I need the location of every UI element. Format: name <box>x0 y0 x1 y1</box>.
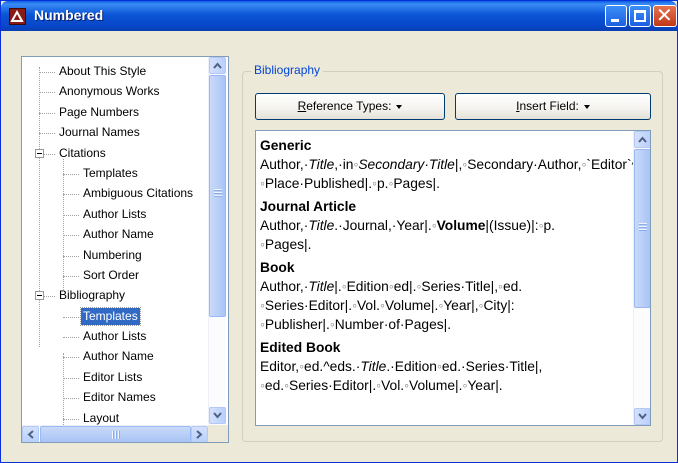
template-book: Book Author,·Title|.◦Edition◦ed|.◦Series… <box>260 258 632 334</box>
tree-item-label: Bibliography <box>59 288 126 303</box>
tree-item-citations-author-name[interactable]: Author Name <box>22 225 208 245</box>
tree-item-numbering[interactable]: Numbering <box>22 246 208 266</box>
tree-item-label: Author Lists <box>83 206 147 221</box>
template-edited-book: Edited Book Editor,◦ed.^eds.·Title.·Edit… <box>260 338 632 395</box>
tree-vertical-scrollbar[interactable] <box>208 57 226 425</box>
template-journal-article: Journal Article Author,·Title.·Journal,·… <box>260 197 632 254</box>
tree-item-label: Sort Order <box>83 267 140 282</box>
template-generic: Generic Author,·Title,·in◦Secondary·Titl… <box>260 136 650 193</box>
tree-item-label: Author Lists <box>83 329 147 344</box>
reference-types-button[interactable]: Reference Types: <box>255 93 445 120</box>
template-heading: Journal Article <box>260 199 357 214</box>
tree-item-journal-names[interactable]: Journal Names <box>22 123 208 143</box>
tree-item-label: Numbering <box>83 247 142 262</box>
tree-scroll-up-button[interactable] <box>209 57 226 74</box>
tree-item-label: Ambiguous Citations <box>83 186 194 201</box>
tree-item-label-selected: Templates <box>80 306 141 326</box>
style-section-tree[interactable]: About This Style Anonymous Works Page Nu… <box>21 56 229 443</box>
template-text: Author,·Title|.◦Edition◦ed|.◦Series·Titl… <box>260 279 523 332</box>
endnote-app-icon <box>9 8 26 25</box>
tree-item-label: Page Numbers <box>59 104 140 119</box>
template-heading: Generic <box>260 138 312 153</box>
tree-item-about-this-style[interactable]: About This Style <box>22 62 208 82</box>
tree-item-citations[interactable]: Citations <box>22 144 208 164</box>
close-button[interactable]: ✕ <box>653 3 677 27</box>
minimize-button[interactable] <box>605 5 627 27</box>
chevron-down-icon <box>638 413 647 420</box>
tree-item-label: Anonymous Works <box>59 84 160 99</box>
tree-item-editor-names[interactable]: Editor Names <box>22 388 208 408</box>
app-window: Numbered ✕ About This Style Anonymous Wo… <box>0 0 678 463</box>
tree-item-bibliography[interactable]: Bibliography <box>22 286 208 306</box>
chevron-up-icon <box>213 62 222 69</box>
tree-horizontal-scrollbar[interactable] <box>22 425 208 442</box>
tree-item-label: Author Name <box>83 349 154 364</box>
template-scroll-up-button[interactable] <box>634 131 650 148</box>
window-title: Numbered <box>34 7 104 23</box>
chevron-up-icon <box>638 136 647 143</box>
tree-item-label: Journal Names <box>59 125 140 140</box>
tree-item-ambiguous-citations[interactable]: Ambiguous Citations <box>22 184 208 204</box>
scroll-corner <box>208 425 228 442</box>
template-scroll-down-button[interactable] <box>634 408 650 425</box>
template-scroll-thumb[interactable] <box>634 149 650 308</box>
title-bar[interactable]: Numbered ✕ <box>1 1 677 31</box>
tree-item-label: About This Style <box>59 64 147 78</box>
tree-item-bibliography-templates[interactable]: Templates <box>22 306 208 327</box>
chevron-right-icon <box>196 430 203 439</box>
tree-item-bibliography-author-lists[interactable]: Author Lists <box>22 327 208 347</box>
insert-field-button[interactable]: Insert Field: <box>455 93 651 120</box>
bibliography-group-label: Bibliography <box>251 63 324 77</box>
chevron-left-icon <box>27 430 34 439</box>
tree-item-page-numbers[interactable]: Page Numbers <box>22 103 208 123</box>
tree-list: About This Style Anonymous Works Page Nu… <box>22 62 208 429</box>
tree-scroll-thumb[interactable] <box>209 75 226 317</box>
chevron-down-icon <box>213 412 222 419</box>
maximize-button[interactable] <box>629 5 651 27</box>
tree-scroll-left-button[interactable] <box>22 426 39 442</box>
tree-item-citations-templates[interactable]: Templates <box>22 164 208 184</box>
dropdown-arrow-icon <box>583 104 590 109</box>
tree-item-anonymous-works[interactable]: Anonymous Works <box>22 82 208 102</box>
tree-scroll-down-button[interactable] <box>209 407 226 424</box>
maximize-icon <box>634 10 646 22</box>
template-vertical-scrollbar[interactable] <box>633 131 650 425</box>
tree-item-label: Citations <box>59 145 106 160</box>
template-text: Author,·Title.·Journal,·Year|.◦Volume|(I… <box>260 218 555 252</box>
tree-scroll-right-button[interactable] <box>191 426 208 442</box>
tree-item-label: Editor Lists <box>83 369 143 384</box>
template-heading: Book <box>260 260 295 275</box>
tree-item-label: Editor Names <box>83 390 156 405</box>
template-text: Editor,◦ed.^eds.·Title.·Edition◦ed.·Seri… <box>260 359 543 393</box>
tree-item-citations-author-lists[interactable]: Author Lists <box>22 205 208 225</box>
tree-item-label: Author Name <box>83 227 154 242</box>
tree-item-label: Templates <box>83 165 138 180</box>
tree-item-sort-order[interactable]: Sort Order <box>22 266 208 286</box>
collapse-citations-icon[interactable] <box>35 148 44 158</box>
collapse-bibliography-icon[interactable] <box>35 291 44 301</box>
template-text: Author,·Title,·in◦Secondary·Title|,◦Seco… <box>260 157 650 191</box>
template-heading: Edited Book <box>260 340 341 355</box>
minimize-icon <box>611 19 619 22</box>
close-icon: ✕ <box>656 3 673 27</box>
tree-item-editor-lists[interactable]: Editor Lists <box>22 368 208 388</box>
dropdown-arrow-icon <box>396 104 403 109</box>
template-editor[interactable]: Generic Author,·Title,·in◦Secondary·Titl… <box>255 130 651 426</box>
tree-item-bibliography-author-name[interactable]: Author Name <box>22 347 208 367</box>
tree-hscroll-thumb[interactable] <box>40 426 191 442</box>
